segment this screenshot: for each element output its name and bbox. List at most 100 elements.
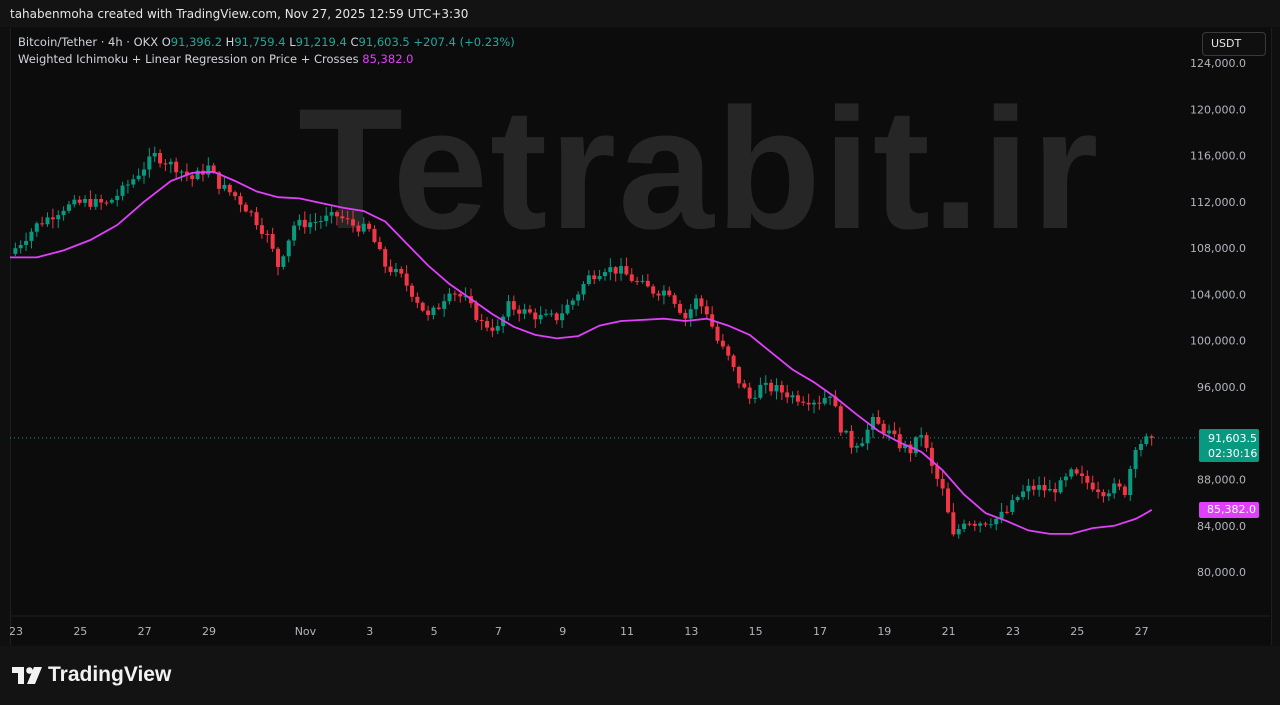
candle-body[interactable] [720, 340, 725, 347]
candle-body[interactable] [667, 290, 672, 296]
candle-body[interactable] [88, 198, 93, 207]
candle-body[interactable] [254, 212, 259, 226]
candle-body[interactable] [447, 293, 452, 302]
candle-body[interactable] [838, 406, 843, 433]
candle-body[interactable] [1047, 488, 1052, 491]
candle-body[interactable] [99, 198, 104, 203]
candle-body[interactable] [426, 310, 431, 316]
candle-body[interactable] [24, 240, 29, 246]
candle-body[interactable] [142, 169, 146, 176]
candle-body[interactable] [61, 210, 66, 216]
candle-body[interactable] [131, 179, 136, 185]
candle-body[interactable] [340, 216, 345, 219]
candle-body[interactable] [774, 385, 779, 392]
candle-body[interactable] [50, 217, 55, 220]
candle-body[interactable] [645, 280, 650, 287]
candle-body[interactable] [1117, 483, 1122, 487]
candle-body[interactable] [270, 234, 275, 249]
candle-body[interactable] [801, 401, 806, 403]
candle-body[interactable] [56, 215, 61, 220]
candle-body[interactable] [854, 445, 859, 448]
candle-body[interactable] [919, 435, 924, 438]
candle-body[interactable] [812, 402, 816, 405]
candle-body[interactable] [206, 165, 211, 175]
candle-body[interactable] [72, 199, 77, 205]
candle-body[interactable] [420, 302, 425, 311]
candle-body[interactable] [951, 512, 956, 535]
candle-body[interactable] [688, 309, 693, 319]
candle-body[interactable] [1133, 449, 1138, 470]
candle-body[interactable] [83, 198, 88, 203]
candle-body[interactable] [946, 488, 950, 513]
candle-body[interactable] [865, 429, 870, 444]
candle-body[interactable] [956, 529, 961, 535]
candle-body[interactable] [158, 152, 163, 164]
candle-body[interactable] [152, 152, 157, 157]
candle-body[interactable] [388, 266, 393, 273]
indicator-name[interactable]: Weighted Ichimoku + Linear Regression on… [18, 52, 359, 66]
candle-body[interactable] [168, 161, 173, 165]
candle-body[interactable] [334, 212, 339, 217]
candle-body[interactable] [238, 196, 243, 205]
candle-body[interactable] [292, 225, 297, 241]
candle-body[interactable] [1042, 484, 1047, 491]
candle-body[interactable] [324, 215, 329, 221]
candle-body[interactable] [1069, 469, 1074, 477]
price-chart[interactable]: 80,000.0 84,000.0 88,000.0 96,000.0 100,000.… [10, 28, 1270, 645]
candle-body[interactable] [351, 219, 356, 226]
candle-body[interactable] [243, 204, 248, 212]
candle-body[interactable] [190, 175, 195, 180]
candle-body[interactable] [1031, 485, 1036, 490]
candle-body[interactable] [747, 387, 752, 399]
candle-body[interactable] [1037, 484, 1042, 490]
candle-body[interactable] [259, 225, 264, 234]
candle-body[interactable] [678, 303, 682, 313]
candle-body[interactable] [276, 248, 280, 267]
candle-body[interactable] [377, 242, 382, 250]
candle-body[interactable] [479, 319, 484, 321]
candle-body[interactable] [683, 312, 688, 319]
candle-body[interactable] [1004, 511, 1009, 513]
tradingview-wordmark[interactable]: TradingView [48, 663, 171, 687]
candle-body[interactable] [45, 217, 50, 225]
candle-body[interactable] [1122, 486, 1127, 496]
candle-body[interactable] [640, 280, 645, 282]
indicator-line[interactable] [10, 170, 1153, 535]
candle-body[interactable] [345, 218, 350, 220]
candle-body[interactable] [404, 273, 409, 286]
candle-body[interactable] [817, 402, 822, 404]
candle-body[interactable] [967, 523, 972, 525]
candle-body[interactable] [581, 284, 586, 295]
candle-body[interactable] [565, 304, 570, 314]
candle-body[interactable] [361, 223, 366, 232]
candle-body[interactable] [393, 268, 398, 273]
tradingview-logo-icon[interactable] [12, 667, 42, 684]
candle-body[interactable] [656, 293, 661, 296]
candle-body[interactable] [994, 518, 999, 525]
candle-body[interactable] [452, 293, 457, 295]
candle-body[interactable] [742, 383, 747, 388]
candle-body[interactable] [785, 392, 790, 398]
candle-body[interactable] [779, 385, 784, 393]
candle-body[interactable] [769, 382, 774, 392]
candle-body[interactable] [522, 309, 527, 314]
candle-body[interactable] [544, 313, 548, 315]
candle-body[interactable] [281, 256, 286, 267]
candle-body[interactable] [233, 192, 238, 197]
candle-body[interactable] [1106, 493, 1111, 497]
candle-body[interactable] [602, 272, 607, 277]
candle-body[interactable] [1101, 492, 1106, 497]
candle-body[interactable] [174, 161, 179, 173]
candle-body[interactable] [1128, 469, 1133, 496]
candle-body[interactable] [1090, 482, 1095, 490]
candle-body[interactable] [887, 430, 892, 434]
candle-body[interactable] [34, 223, 39, 232]
candle-body[interactable] [533, 312, 538, 320]
candle-body[interactable] [1010, 500, 1015, 512]
candle-body[interactable] [104, 202, 109, 204]
candle-body[interactable] [458, 294, 463, 297]
candle-body[interactable] [297, 219, 302, 226]
candle-body[interactable] [1053, 488, 1058, 493]
candle-body[interactable] [222, 184, 227, 189]
candle-body[interactable] [988, 524, 993, 526]
